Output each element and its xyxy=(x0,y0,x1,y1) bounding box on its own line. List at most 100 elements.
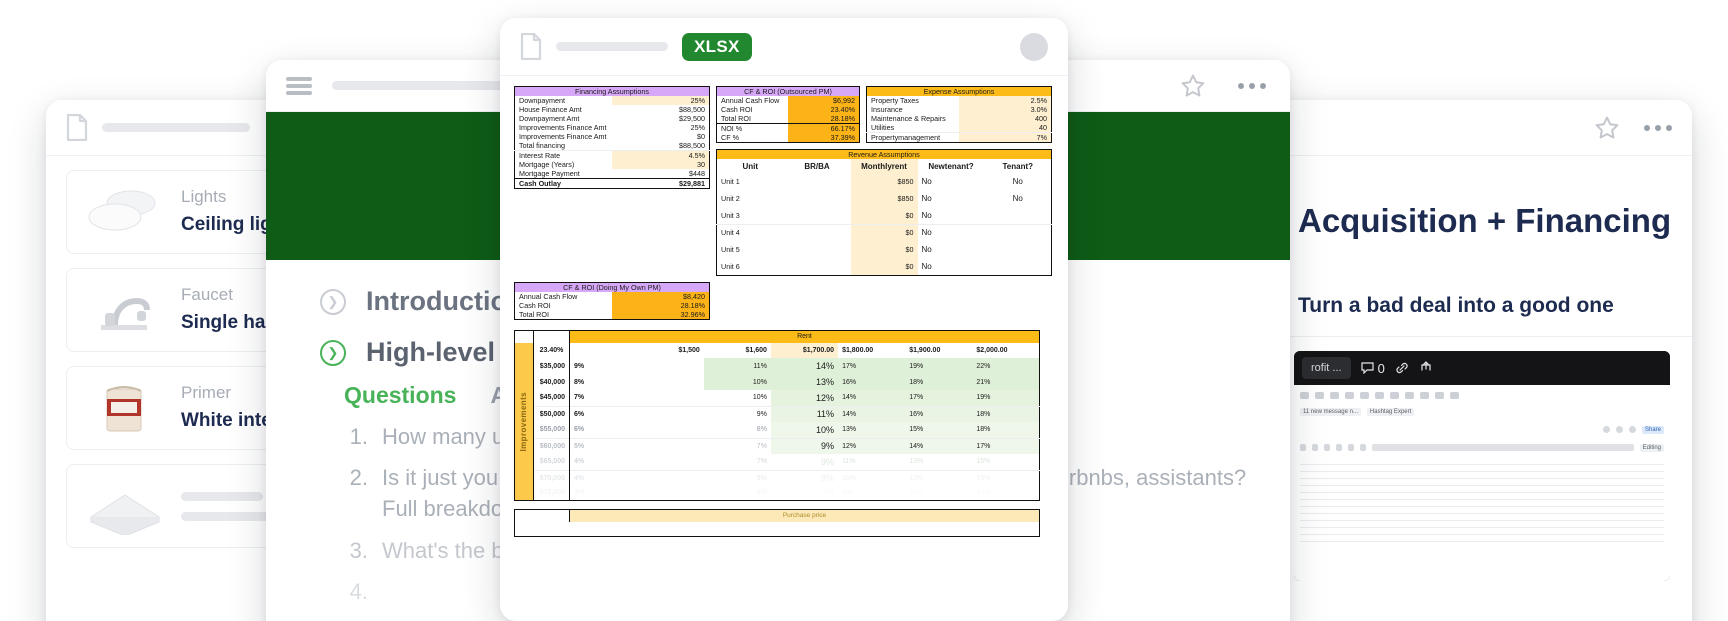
matrix-cell xyxy=(637,422,704,438)
screenshot-stage: Lights Ceiling light Faucet Single handl… xyxy=(0,0,1728,621)
row-value: 28.18% xyxy=(612,301,710,310)
matrix-row: $55,000 6% 8% 10% 13% 15% 18% xyxy=(515,422,1040,438)
tab-questions[interactable]: Questions xyxy=(344,382,456,409)
cell-rent: $0 xyxy=(851,241,918,258)
chevron-down-icon[interactable]: ❯ xyxy=(320,340,346,366)
cf-roi-outsourced-table[interactable]: CF & ROI (Outsourced PM) Annual Cash Flo… xyxy=(716,86,860,143)
primer-can-thumb xyxy=(85,379,163,437)
star-outline-icon[interactable] xyxy=(1180,73,1206,99)
matrix-cell: 10% xyxy=(704,374,771,390)
table-title: CF & ROI (Outsourced PM) xyxy=(717,87,860,97)
row-value: $29,500 xyxy=(612,114,710,123)
cell-unit: Unit 4 xyxy=(717,224,784,241)
matrix-cell: 12% xyxy=(905,486,972,500)
row-label: Maintenance & Repairs xyxy=(867,114,960,123)
row-label: Mortgage Payment xyxy=(515,169,613,179)
matrix-row-base: 4% xyxy=(570,470,637,486)
faucet-thumb xyxy=(85,281,163,339)
expense-assumptions-table[interactable]: Expense Assumptions Property Taxes 2.5% … xyxy=(866,86,1052,143)
bookmark-chip[interactable]: Hashtag Expert xyxy=(1367,408,1414,416)
cell-newtenant: No xyxy=(918,207,985,224)
matrix-cell xyxy=(637,390,704,406)
matrix-cell: 9% xyxy=(771,454,838,470)
editing-mode-chip[interactable]: Editing xyxy=(1640,444,1664,452)
matrix-cell: 13% xyxy=(771,374,838,390)
xlsx-preview-card[interactable]: XLSX Financing Assumptions Downpayment 2… xyxy=(500,18,1068,621)
matrix-row-base: 7% xyxy=(570,390,637,406)
rent-sensitivity-matrix[interactable]: Rent Improvements 23.40% $1,500 $1,600 $… xyxy=(514,330,1040,501)
row-label: Improvements Finance Amt xyxy=(515,132,613,141)
row-label: Improvements Finance Amt xyxy=(515,123,613,132)
row-value: 66.17% xyxy=(788,124,860,134)
materials-title-placeholder xyxy=(102,123,250,132)
link-icon[interactable] xyxy=(1395,361,1409,375)
matrix-row-header: $35,000 xyxy=(534,358,570,374)
matrix-col-header: $2,000.00 xyxy=(972,343,1039,358)
share-icon[interactable] xyxy=(1419,361,1433,375)
chevron-right-icon[interactable]: ❯ xyxy=(320,289,346,315)
matrix-row: $65,000 4% 7% 9% 11% 13% 15% xyxy=(515,454,1040,470)
matrix-row: $75,000 3% 5% 7% 9% 12% 14% xyxy=(515,486,1040,500)
financing-assumptions-table[interactable]: Financing Assumptions Downpayment 25% Ho… xyxy=(514,86,710,189)
bookmark-chip[interactable]: 11 new message n... xyxy=(1300,408,1361,416)
matrix-cell xyxy=(637,438,704,454)
cell-brba xyxy=(784,173,851,190)
cf-roi-own-pm-table[interactable]: CF & ROI (Doing My Own PM) Annual Cash F… xyxy=(514,282,710,320)
table-title: Purchase price xyxy=(570,509,1040,522)
matrix-row-base: 6% xyxy=(570,406,637,422)
screenshot-bookmark-chips: 11 new message n... Hashtag Expert xyxy=(1294,405,1670,418)
embedded-screenshot[interactable]: rofit ... 0 xyxy=(1294,351,1670,581)
revenue-assumptions-table[interactable]: Revenue Assumptions Unit BR/BA Monthlyre… xyxy=(716,149,1052,276)
matrix-cell: 11% xyxy=(704,358,771,374)
cell-unit: Unit 6 xyxy=(717,258,784,275)
screenshot-browser-icons xyxy=(1294,389,1670,402)
matrix-row-header: $45,000 xyxy=(534,390,570,406)
screenshot-document-body: 11 new message n... Hashtag Expert Share… xyxy=(1294,385,1670,581)
screenshot-tab[interactable]: rofit ... xyxy=(1302,357,1351,379)
purchase-price-table[interactable]: Purchase price xyxy=(514,509,1040,537)
table-title: CF & ROI (Doing My Own PM) xyxy=(515,282,710,292)
hamburger-menu-icon[interactable] xyxy=(286,77,312,95)
matrix-cell: 16% xyxy=(905,406,972,422)
matrix-cell: 10% xyxy=(704,390,771,406)
cell-newtenant: No xyxy=(918,241,985,258)
matrix-col-header: $1,600 xyxy=(704,343,771,358)
row-value: $6,992 xyxy=(788,96,860,105)
cell-unit: Unit 5 xyxy=(717,241,784,258)
row-label: House Finance Amt xyxy=(515,105,613,114)
matrix-corner-value: 23.40% xyxy=(534,343,570,358)
acquisition-financing-card[interactable]: Acquisition + Financing Turn a bad deal … xyxy=(1272,100,1692,621)
matrix-row-header: $75,000 xyxy=(534,486,570,500)
cell-newtenant: No xyxy=(918,190,985,207)
matrix-cell: 5% xyxy=(704,486,771,500)
more-horizontal-icon[interactable] xyxy=(1644,125,1672,131)
matrix-cell: 14% xyxy=(972,486,1039,500)
matrix-cell: 11% xyxy=(838,454,905,470)
matrix-cell: 11% xyxy=(771,406,838,422)
row-value: $88,500 xyxy=(612,141,710,151)
right-card-header xyxy=(1272,100,1692,156)
comment-icon[interactable]: 0 xyxy=(1361,361,1385,376)
matrix-cell: 19% xyxy=(972,390,1039,406)
matrix-title: Rent xyxy=(570,330,1040,343)
star-outline-icon[interactable] xyxy=(1594,115,1620,141)
matrix-col-header: $1,500 xyxy=(637,343,704,358)
row-value: 30 xyxy=(612,160,710,169)
more-horizontal-icon[interactable] xyxy=(1238,83,1266,89)
column-header: Newtenant? xyxy=(918,159,985,173)
matrix-cell: 7% xyxy=(704,438,771,454)
matrix-cell: 14% xyxy=(838,406,905,422)
cell-rent: $0 xyxy=(851,258,918,275)
matrix-row: $35,000 9% 11% 14% 17% 19% 22% xyxy=(515,358,1040,374)
row-label: Annual Cash Flow xyxy=(515,292,613,301)
row-label: Total ROI xyxy=(717,114,789,124)
matrix-cell: 7% xyxy=(704,454,771,470)
row-value: 37.39% xyxy=(788,133,860,143)
cell-brba xyxy=(784,258,851,275)
matrix-cell: 9% xyxy=(704,406,771,422)
row-value: $88,500 xyxy=(612,105,710,114)
share-button[interactable]: Share xyxy=(1642,426,1664,434)
spreadsheet-viewport[interactable]: Financing Assumptions Downpayment 25% Ho… xyxy=(500,76,1068,537)
document-icon xyxy=(520,33,542,60)
avatar[interactable] xyxy=(1020,33,1048,61)
